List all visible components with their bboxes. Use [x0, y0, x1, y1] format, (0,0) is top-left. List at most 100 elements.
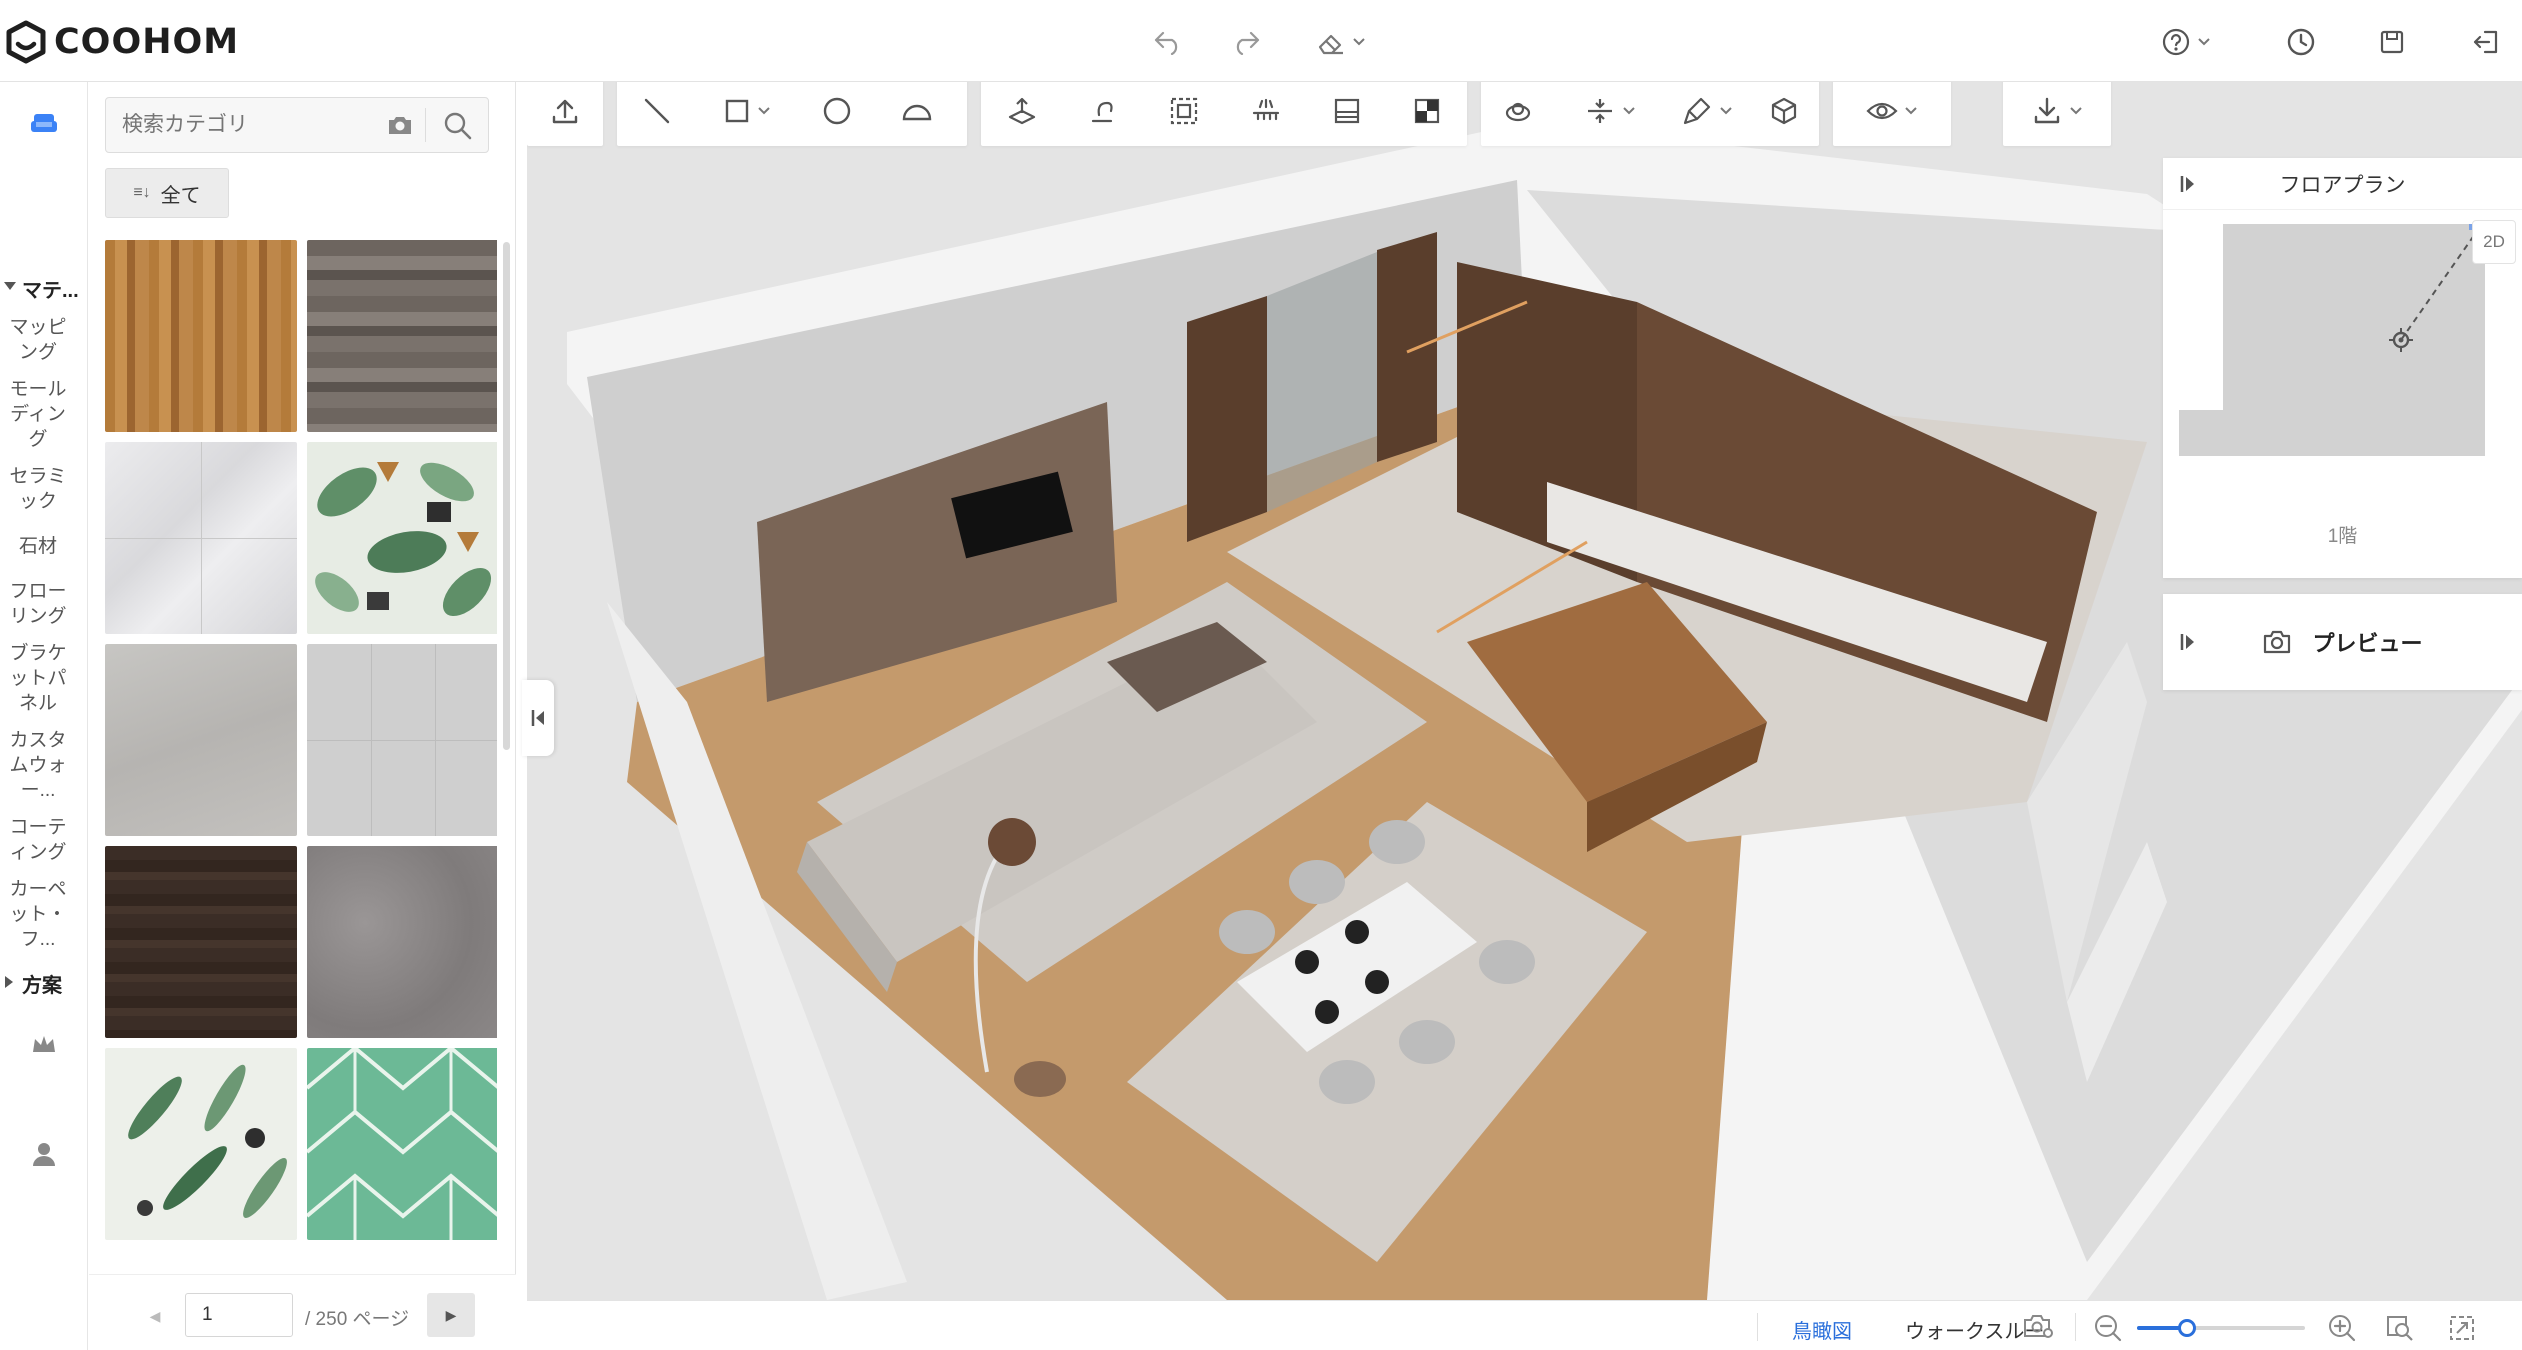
category-item[interactable]: モールディング: [0, 371, 76, 458]
camera-search-icon[interactable]: [386, 112, 414, 138]
redo-icon: [1236, 31, 1260, 55]
rail-account-button[interactable]: [0, 1140, 88, 1168]
push-pull-tool[interactable]: [981, 82, 1063, 146]
floorplan-minimap[interactable]: [2179, 220, 2507, 456]
category-item[interactable]: カーペット・フ...: [0, 871, 76, 958]
exit-button[interactable]: [2466, 22, 2506, 62]
camera-icon: [2264, 630, 2291, 654]
prev-page-button[interactable]: ◀: [135, 1295, 175, 1337]
material-tile-wood-oak[interactable]: [105, 240, 297, 432]
rectangle-tool[interactable]: [697, 82, 797, 146]
download-icon: [2034, 97, 2060, 124]
camera-settings-icon[interactable]: [2022, 1313, 2054, 1339]
preview-title: プレビュー: [2312, 631, 2423, 656]
floorplan-header: フロアプラン: [2163, 158, 2522, 210]
circle-tool[interactable]: [797, 82, 877, 146]
zoom-slider[interactable]: [2137, 1319, 2305, 1337]
filter-all-label: 全て: [160, 184, 201, 207]
align-icon: [1588, 99, 1612, 123]
zoom-out-icon[interactable]: [2093, 1313, 2123, 1343]
line-tool[interactable]: [617, 82, 697, 146]
category-item[interactable]: カスタムウォー...: [0, 722, 76, 809]
material-tile-wood-dark[interactable]: [105, 846, 297, 1038]
crown-icon: [33, 1036, 55, 1052]
expand-panel-icon[interactable]: [2179, 174, 2197, 194]
material-tile-tile-gray[interactable]: [307, 644, 497, 836]
filter-all-button[interactable]: ≡↓ 全て: [105, 168, 229, 218]
line-icon: [644, 98, 670, 124]
collapse-panel-button[interactable]: [522, 680, 554, 756]
search-input[interactable]: [106, 113, 366, 137]
category-item[interactable]: フローリング: [0, 573, 76, 635]
material-tile-green-geometric[interactable]: [307, 1048, 497, 1240]
material-tile-marble-white[interactable]: [105, 442, 297, 634]
view-2d-toggle[interactable]: 2D: [2472, 220, 2516, 264]
paint-dropdown[interactable]: [1665, 82, 1749, 146]
category-item[interactable]: 石材: [0, 520, 76, 573]
save-button[interactable]: [2372, 22, 2412, 62]
category-section-plan[interactable]: 方案: [0, 962, 88, 1004]
tile-grout: [307, 740, 497, 741]
user-icon: [33, 1143, 55, 1166]
follow-me-tool[interactable]: [1063, 82, 1143, 146]
split-tool[interactable]: [1225, 82, 1307, 146]
left-icon-rail: マテ... マッピング モールディング セラミック 石材 フローリング ブラケッ…: [0, 82, 88, 1350]
category-item[interactable]: セラミック: [0, 458, 76, 520]
eraser-dropdown[interactable]: [1306, 22, 1376, 62]
visibility-dropdown[interactable]: [1833, 82, 1951, 146]
align-dropdown[interactable]: [1555, 82, 1665, 146]
material-brush-tool[interactable]: [1387, 82, 1467, 146]
next-page-button[interactable]: ▶: [427, 1293, 475, 1337]
material-tile-fern-leaves[interactable]: [105, 1048, 297, 1240]
upload-tool[interactable]: [527, 82, 603, 146]
rotate-icon: [1505, 102, 1531, 122]
category-item[interactable]: マッピング: [0, 309, 76, 371]
grid-scrollbar[interactable]: [503, 242, 510, 750]
model-tool[interactable]: [1749, 82, 1819, 146]
category-item[interactable]: ブラケットパネル: [0, 635, 76, 722]
brand-logo[interactable]: COOHOM: [4, 20, 239, 64]
arc-tool[interactable]: [877, 82, 957, 146]
chevron-down-icon: [1905, 107, 1917, 115]
category-section-material[interactable]: マテ...: [0, 267, 88, 309]
rotate-tool[interactable]: [1481, 82, 1555, 146]
material-tile-concrete-gray[interactable]: [307, 846, 497, 1038]
material-tile-tropical-leaves[interactable]: [307, 442, 497, 634]
category-list: マテ... マッピング モールディング セラミック 石材 フローリング ブラケッ…: [0, 267, 88, 1004]
rail-materials-button[interactable]: [0, 108, 88, 138]
page-number-input[interactable]: [185, 1293, 293, 1337]
semicircle-icon: [902, 104, 932, 121]
rail-premium-button[interactable]: [0, 1032, 88, 1056]
expand-panel-icon[interactable]: [2179, 632, 2197, 652]
aerial-view-tab[interactable]: 鳥瞰図: [1792, 1315, 1852, 1344]
help-dropdown[interactable]: [2154, 22, 2218, 62]
zoom-slider-knob[interactable]: [2178, 1319, 2197, 1337]
material-tile-wood-gray[interactable]: [307, 240, 497, 432]
eraser-icon: [1318, 34, 1343, 55]
zoom-in-icon[interactable]: [2327, 1313, 2357, 1343]
category-item[interactable]: コーティング: [0, 809, 76, 871]
history-button[interactable]: [2281, 22, 2321, 62]
preview-header[interactable]: プレビュー: [2163, 594, 2522, 690]
fern-pattern: [128, 1064, 287, 1218]
undo-icon: [1154, 31, 1178, 55]
material-tile-stone-gray[interactable]: [105, 644, 297, 836]
toolgroup-upload: [527, 82, 603, 146]
divide-tool[interactable]: [1307, 82, 1387, 146]
zoom-fit-icon[interactable]: [2385, 1313, 2415, 1343]
fullscreen-icon[interactable]: [2447, 1313, 2477, 1343]
search-icon[interactable]: [442, 110, 474, 142]
pagination: ◀ / 250 ページ ▶: [89, 1274, 516, 1350]
exit-icon: [2473, 30, 2498, 54]
geometric-pattern: [307, 1048, 497, 1240]
history-icon: [2287, 28, 2315, 56]
page-total: / 250 ページ: [305, 1309, 410, 1330]
offset-tool[interactable]: [1143, 82, 1225, 146]
undo-button[interactable]: [1148, 22, 1188, 62]
redo-button[interactable]: [1226, 22, 1266, 62]
floor-label[interactable]: 1階: [2163, 521, 2522, 548]
export-dropdown[interactable]: [2003, 82, 2111, 146]
bottom-bar: 鳥瞰図 ウォークスルー: [527, 1300, 2522, 1350]
split-icon: [1252, 98, 1280, 121]
chevron-down-icon: [1623, 107, 1635, 115]
